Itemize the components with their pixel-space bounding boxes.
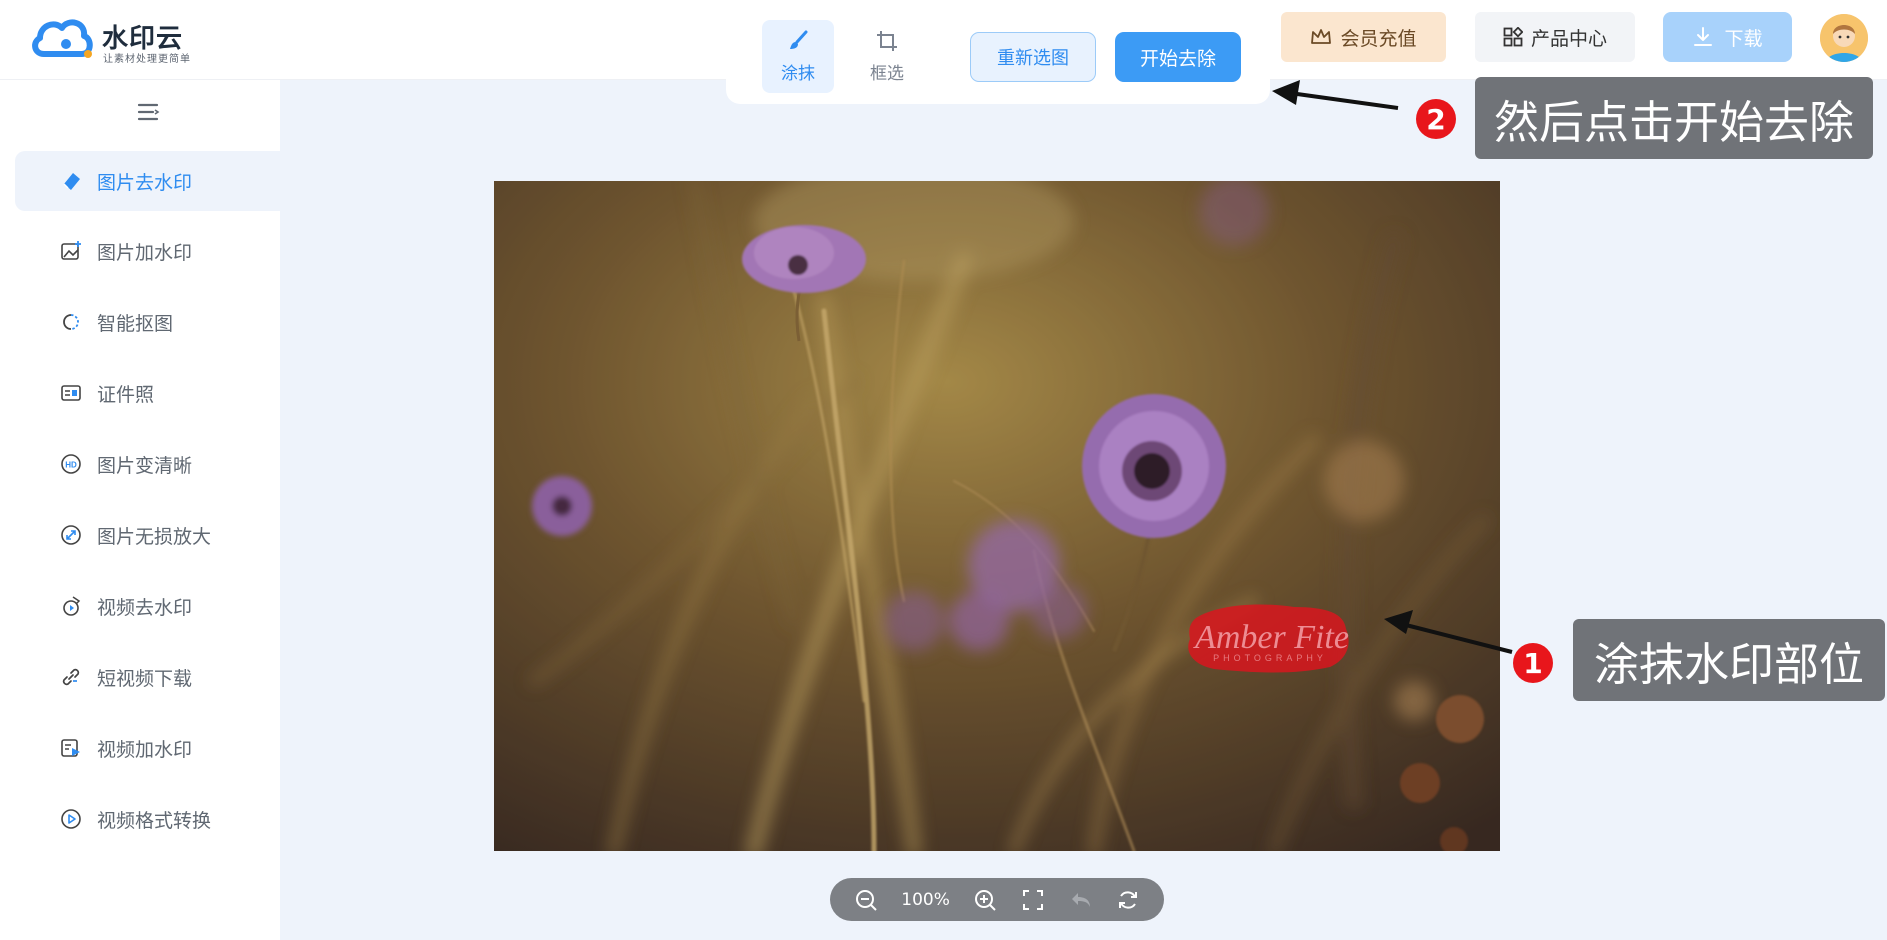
step-1-badge: 1 — [1513, 643, 1553, 683]
step-2-callout: 然后点击开始去除 — [1475, 77, 1873, 159]
step-2-badge: 2 — [1416, 99, 1456, 139]
step-1-callout: 涂抹水印部位 — [1573, 619, 1885, 701]
